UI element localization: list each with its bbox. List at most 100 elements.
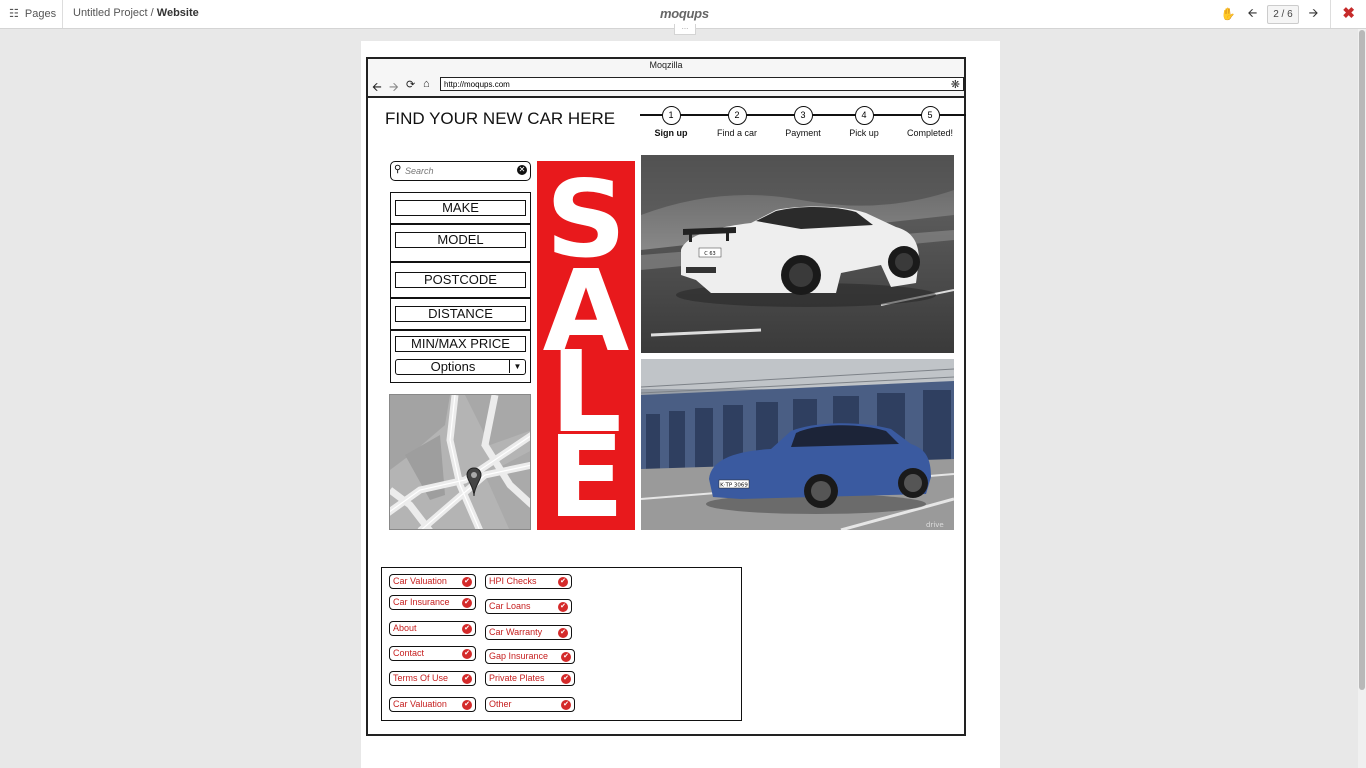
link-label: Private Plates — [489, 673, 545, 683]
breadcrumb-separator: / — [147, 7, 157, 19]
model-field[interactable]: MODEL — [395, 232, 526, 248]
link-car-valuation-2[interactable]: Car Valuation ✔ — [389, 697, 476, 712]
next-page-button[interactable]: 🡪 — [1303, 4, 1325, 25]
link-label: Car Valuation — [393, 576, 447, 586]
home-icon[interactable]: ⌂ — [423, 78, 430, 90]
link-car-insurance[interactable]: Car Insurance ✔ — [389, 595, 476, 610]
car-photo-blue: K·TP 3069 drive — [641, 359, 954, 530]
pages-label: Pages — [24, 7, 57, 20]
options-select-value: Options — [430, 359, 476, 374]
reload-icon[interactable]: ⟳ — [406, 78, 415, 91]
link-label: Car Loans — [489, 601, 531, 611]
step-number: 3 — [793, 106, 813, 125]
link-other[interactable]: Other ✔ — [485, 697, 575, 712]
browser-navbar: 🡨 🡪 ⟳ ⌂ http://moqups.com ❋ — [368, 76, 964, 98]
close-circle-icon[interactable]: ✕ — [517, 165, 527, 175]
car-photo-blue-graphic: K·TP 3069 drive — [641, 359, 954, 530]
car-plate-text: C 63 — [704, 251, 715, 257]
link-contact[interactable]: Contact ✔ — [389, 646, 476, 661]
filter-divider — [391, 261, 530, 263]
breadcrumb-page: Website — [156, 7, 199, 19]
step-number: 5 — [920, 106, 940, 125]
check-circle-icon: ✔ — [561, 651, 571, 662]
breadcrumb: Untitled Project / Website — [73, 7, 199, 19]
check-circle-icon: ✔ — [462, 699, 472, 710]
check-circle-icon: ✔ — [558, 601, 568, 612]
car-plate-text: K·TP 3069 — [720, 483, 748, 489]
filter-divider — [391, 329, 530, 331]
moqups-logo: moqups — [660, 6, 709, 21]
step-pick-up[interactable]: 4 Pick up — [829, 106, 899, 138]
link-car-warranty[interactable]: Car Warranty ✔ — [485, 625, 572, 640]
check-circle-icon: ✔ — [462, 623, 472, 634]
link-terms-of-use[interactable]: Terms Of Use ✔ — [389, 671, 476, 686]
link-label: Terms Of Use — [393, 673, 449, 683]
close-icon[interactable]: ✖ — [1330, 0, 1366, 28]
step-label: Completed! — [906, 128, 954, 138]
sitemap-icon: ☷ — [9, 8, 19, 20]
link-car-loans[interactable]: Car Loans ✔ — [485, 599, 572, 614]
step-sign-up[interactable]: 1 Sign up — [636, 106, 706, 138]
step-label: Payment — [785, 128, 821, 138]
step-label: Pick up — [849, 128, 879, 138]
link-private-plates[interactable]: Private Plates ✔ — [485, 671, 575, 686]
link-label: Car Warranty — [489, 627, 543, 637]
chevron-down-icon: ▼ — [509, 360, 525, 373]
check-circle-icon: ✔ — [561, 699, 571, 710]
postcode-field[interactable]: POSTCODE — [395, 272, 526, 288]
pages-button[interactable]: ☷ Pages — [9, 7, 57, 21]
scrollbar-thumb[interactable] — [1359, 30, 1365, 690]
step-number: 2 — [727, 106, 747, 125]
price-range-field[interactable]: MIN/MAX PRICE — [395, 336, 526, 352]
prev-page-button[interactable]: 🡨 — [1241, 4, 1263, 25]
map-pin-icon — [466, 467, 482, 497]
toolbar-divider — [62, 0, 63, 28]
options-select[interactable]: Options ▼ — [395, 359, 526, 375]
link-label: Other — [489, 699, 512, 709]
link-label: Car Valuation — [393, 699, 447, 709]
car-photo-white: C 63 — [641, 155, 954, 353]
filter-divider — [391, 223, 530, 225]
filter-panel: MAKE MODEL POSTCODE DISTANCE MIN/MAX PRI… — [390, 192, 531, 383]
check-circle-icon: ✔ — [462, 673, 472, 684]
step-label: Sign up — [654, 128, 688, 138]
search-input[interactable] — [405, 164, 515, 177]
breadcrumb-project[interactable]: Untitled Project — [73, 7, 148, 19]
hand-icon[interactable]: ✋ — [1215, 7, 1242, 21]
browser-title: Moqzilla — [368, 59, 964, 76]
sale-banner: S A L E — [537, 158, 635, 543]
toolbar-right: ✋ 🡨 2 / 6 🡪 ✖ — [1215, 0, 1366, 28]
check-circle-icon: ✔ — [462, 597, 472, 608]
sale-letter-e: E — [548, 413, 625, 530]
make-field[interactable]: MAKE — [395, 200, 526, 216]
toolbar-collapse-handle[interactable]: ... — [674, 23, 696, 35]
photo-watermark: drive — [926, 521, 944, 529]
link-gap-insurance[interactable]: Gap Insurance ✔ — [485, 649, 575, 664]
arrow-right-icon[interactable]: 🡪 — [389, 78, 399, 99]
page-title: FIND YOUR NEW CAR HERE — [385, 109, 616, 128]
step-completed[interactable]: 5 Completed! — [895, 106, 965, 138]
check-circle-icon: ✔ — [558, 576, 568, 587]
arrow-left-icon[interactable]: 🡨 — [372, 78, 382, 99]
link-label: HPI Checks — [489, 576, 537, 586]
url-bar[interactable]: http://moqups.com — [440, 77, 964, 91]
link-about[interactable]: About ✔ — [389, 621, 476, 636]
loading-spinner-icon: ❋ — [950, 79, 960, 91]
distance-field[interactable]: DISTANCE — [395, 306, 526, 322]
check-circle-icon: ✔ — [558, 627, 568, 638]
link-car-valuation[interactable]: Car Valuation ✔ — [389, 574, 476, 589]
search-box: ⚲ ✕ — [390, 161, 531, 181]
link-hpi-checks[interactable]: HPI Checks ✔ — [485, 574, 572, 589]
check-circle-icon: ✔ — [561, 673, 571, 684]
step-number: 4 — [854, 106, 874, 125]
link-label: Contact — [393, 648, 425, 658]
sale-banner-lettering: S A L E — [543, 158, 630, 543]
link-label: Car Insurance — [393, 597, 450, 607]
link-label: Gap Insurance — [489, 651, 549, 661]
step-label: Find a car — [716, 128, 758, 138]
step-find-a-car[interactable]: 2 Find a car — [702, 106, 772, 138]
link-label: About — [393, 623, 417, 633]
step-payment[interactable]: 3 Payment — [768, 106, 838, 138]
url-text: http://moqups.com — [444, 80, 510, 89]
location-map[interactable] — [389, 394, 531, 530]
